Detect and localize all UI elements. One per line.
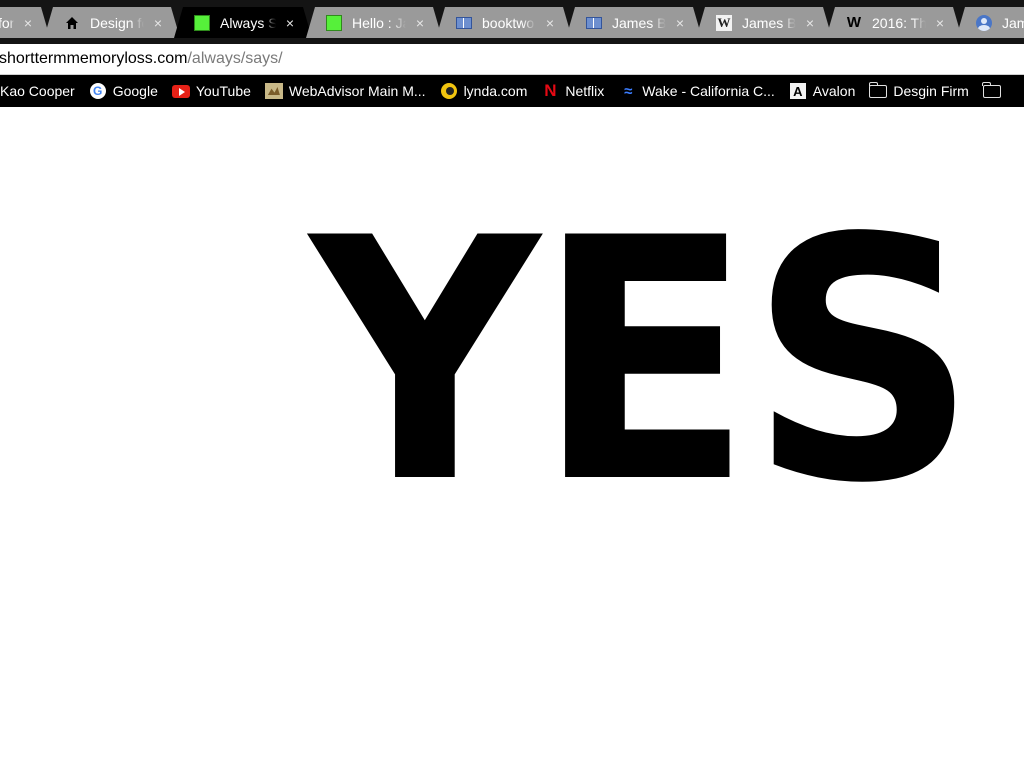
tab-design-for[interactable]: Design for × [44, 7, 180, 38]
tab-james-bridle-book[interactable]: James Bridle × [566, 7, 702, 38]
bookmark-label: Google [112, 83, 158, 99]
page-content: YES [0, 107, 1024, 768]
wake-icon: ≈ [624, 82, 632, 100]
close-icon[interactable]: × [22, 16, 34, 30]
close-icon[interactable]: × [414, 16, 426, 30]
tab-title: 2016: The [872, 14, 926, 31]
bookmark-google[interactable]: G Google [89, 82, 158, 100]
address-bar[interactable]: shorttermmemoryloss.com/always/says/ [0, 44, 1024, 75]
home-icon [64, 15, 80, 31]
bookmark-lynda[interactable]: lynda.com [440, 82, 528, 100]
bookmark-wake[interactable]: ≈ Wake - California C... [618, 82, 775, 100]
url-path: /always/says/ [187, 50, 283, 67]
close-icon[interactable]: × [284, 16, 296, 30]
close-icon[interactable]: × [934, 16, 946, 30]
tab-title: booktwo.org [482, 14, 536, 31]
tab-title: James Bridle [742, 14, 796, 31]
google-icon: G [89, 82, 107, 100]
tab-title: Design for [90, 14, 142, 31]
bookmark-label: Wake - California C... [642, 83, 775, 99]
wikipedia-icon: W [717, 14, 731, 30]
lynda-icon [440, 82, 458, 100]
tab-james[interactable]: James [956, 7, 1024, 38]
green-square-icon [326, 15, 342, 31]
tab-title: Hello : James [352, 14, 403, 31]
bookmark-label: lynda.com [463, 83, 528, 99]
close-icon[interactable]: × [544, 16, 556, 30]
folder-icon [868, 81, 888, 100]
bookmark-desgin-firm[interactable]: Desgin Firm [868, 81, 969, 100]
tab-booktwo[interactable]: booktwo.org × [436, 7, 572, 38]
tab-title: James [1002, 14, 1024, 31]
bookmark-avalon[interactable]: A Avalon [789, 82, 856, 100]
tab-title: James Bridle [612, 14, 666, 31]
tab-james-bridle-wiki[interactable]: W James Bridle × [696, 7, 832, 38]
webadvisor-icon [264, 82, 283, 100]
tab-title: Always Says [220, 14, 276, 31]
bookmark-netflix[interactable]: N Netflix [541, 81, 605, 100]
book-icon [586, 15, 602, 31]
bookmark-label: Kao Cooper [0, 83, 75, 99]
tab-hello-james[interactable]: Hello : James × [306, 7, 442, 38]
bookmark-webadvisor[interactable]: WebAdvisor Main M... [264, 82, 426, 100]
bookmark-label: Desgin Firm [893, 83, 969, 99]
folder-icon [982, 81, 1001, 100]
url-host: shorttermmemoryloss.com [0, 50, 188, 67]
bookmark-kao-cooper[interactable]: Kao Cooper [0, 83, 75, 99]
bookmark-label: WebAdvisor Main M... [288, 83, 426, 99]
person-icon [976, 15, 992, 31]
bookmarks-bar: Kao Cooper G Google YouTube WebAdvisor M… [0, 75, 1024, 107]
tab-title: for [1, 14, 14, 31]
w-logo-icon: W [846, 14, 862, 31]
green-square-icon [194, 15, 210, 31]
netflix-icon: N [544, 81, 557, 100]
avalon-icon: A [789, 82, 807, 100]
tab-strip: for × Design for × Always Says × Hello :… [0, 0, 1024, 44]
youtube-icon [171, 82, 190, 100]
close-icon[interactable]: × [152, 16, 164, 30]
bookmark-label: Netflix [565, 83, 605, 99]
book-icon [456, 15, 472, 31]
tab-always-says[interactable]: Always Says × [174, 7, 312, 38]
bookmark-label: Avalon [812, 83, 856, 99]
headline-text: YES [310, 167, 977, 556]
tab-2016-the[interactable]: W 2016: The × [826, 7, 962, 38]
close-icon[interactable]: × [804, 16, 816, 30]
bookmark-label: YouTube [195, 83, 251, 99]
close-icon[interactable]: × [674, 16, 686, 30]
tab-partial[interactable]: for × [0, 7, 50, 38]
bookmark-youtube[interactable]: YouTube [171, 82, 251, 100]
bookmark-folder-overflow[interactable] [982, 81, 1007, 100]
